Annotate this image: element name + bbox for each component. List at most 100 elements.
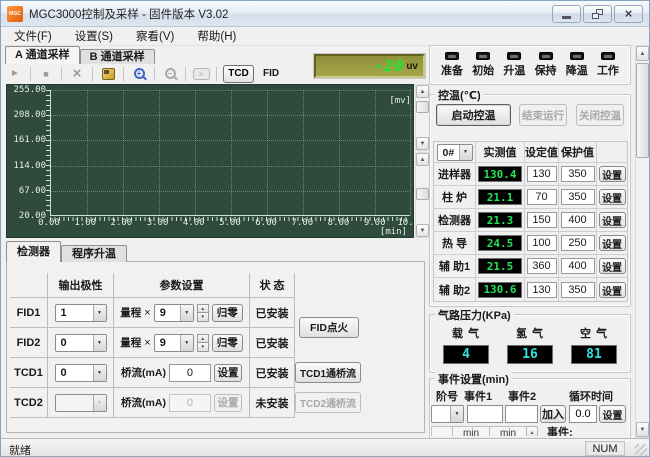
stage-dropdown[interactable]: ▼ [431, 405, 464, 423]
chevron-down-icon: ▼ [93, 305, 106, 321]
protect-temp-field[interactable]: 250 [561, 235, 595, 251]
polarity-dropdown[interactable]: 1▼ [55, 304, 107, 322]
toolbar-separator [123, 67, 124, 81]
scroll-down-icon[interactable]: ▼ [416, 224, 429, 237]
chart-scrollbar-upper[interactable]: ▲ ▼ [415, 84, 430, 151]
spin-up-icon[interactable]: ▲ [197, 304, 209, 313]
tab-channel-a[interactable]: A 通道采样 [5, 46, 80, 64]
scrollbar-thumb[interactable] [636, 63, 649, 158]
x-axis-unit: [min] [380, 227, 407, 237]
tcd1-bridge-button[interactable]: TCD1通桥流 [295, 362, 361, 383]
range-dropdown[interactable]: 9▼ [154, 304, 194, 322]
title-bar[interactable]: MGC MGC3000控制及采样 - 固件版本 V3.02 × [1, 1, 649, 27]
chart-scrollbar-lower[interactable]: ▲ ▼ [415, 152, 430, 238]
set-temp-field[interactable]: 70 [527, 189, 557, 205]
protect-temp-field[interactable]: 350 [561, 282, 595, 298]
range-stepper[interactable]: ▲▼ [197, 304, 209, 322]
tab-detector[interactable]: 检测器 [6, 241, 61, 262]
protect-temp-field[interactable]: 350 [561, 189, 595, 205]
set-temp-field[interactable]: 360 [527, 258, 557, 274]
scroll-up-icon[interactable]: ▲ [636, 46, 649, 61]
menu-item[interactable]: 帮助(H) [188, 26, 245, 46]
spin-down-icon[interactable]: ▼ [197, 312, 209, 322]
x-tick-label: 3.00 [143, 218, 173, 228]
menu-item[interactable]: 设置(S) [66, 26, 122, 46]
set-temp-button[interactable]: 设置 [599, 212, 626, 228]
set-temp-field[interactable]: 100 [527, 235, 557, 251]
temperature-row: 辅 助2 130.6 130 350 设置 [434, 278, 627, 301]
range-dropdown[interactable]: 9▼ [154, 334, 194, 352]
zone-selector-dropdown[interactable]: 0#▼ [437, 144, 473, 161]
polarity-dropdown[interactable]: 0▼ [55, 364, 107, 382]
set-temp-field[interactable]: 130 [527, 166, 557, 182]
scroll-down-icon[interactable]: ▼ [636, 422, 649, 437]
polarity-dropdown[interactable]: 0▼ [55, 334, 107, 352]
spin-down-icon[interactable]: ▼ [197, 342, 209, 352]
event2-input[interactable] [505, 405, 538, 423]
protect-temp-field[interactable]: 400 [561, 212, 595, 228]
fid-ignite-button[interactable]: FID点火 [299, 317, 359, 338]
set-temp-button[interactable]: 设置 [599, 235, 626, 251]
add-event-button[interactable]: 加入 [540, 405, 566, 423]
end-run-button: 结束运行 [519, 104, 567, 126]
bridge-current-field[interactable]: 0 [169, 364, 211, 382]
cycle-time-label: 循环时间 [569, 388, 613, 404]
tcd-toggle-button[interactable]: TCD [223, 65, 254, 83]
spin-up-icon[interactable]: ▲ [197, 334, 209, 343]
set-temp-field[interactable]: 150 [527, 212, 557, 228]
scrollbar-thumb[interactable] [416, 101, 429, 113]
zoom-in-button[interactable]: + [127, 65, 151, 82]
protect-temp-field[interactable]: 400 [561, 258, 595, 274]
scroll-down-icon[interactable]: ▼ [416, 137, 429, 150]
start-temp-button[interactable]: 启动控温 [436, 104, 511, 126]
event1-label: 事件1 [464, 388, 492, 404]
scroll-up-icon[interactable]: ▲ [416, 153, 429, 166]
zero-button[interactable]: 归零 [212, 304, 243, 322]
sample-button[interactable] [96, 65, 120, 82]
led-indicator-icon [601, 52, 615, 60]
menu-item[interactable]: 文件(F) [5, 26, 61, 46]
gas-name: 氢 气 [516, 325, 544, 341]
led-indicator-icon [507, 52, 521, 60]
full-scale-button[interactable]: × [189, 65, 213, 82]
set-temp-button[interactable]: 设置 [599, 258, 626, 274]
close-button[interactable]: × [614, 5, 643, 23]
set-temp-button[interactable]: 设置 [599, 189, 626, 205]
zoom-out-button[interactable]: − [158, 65, 182, 82]
minimize-button[interactable] [552, 5, 581, 23]
temperature-header-row: 0#▼ 实测值 设定值 保护值 [434, 142, 627, 163]
range-stepper[interactable]: ▲▼ [197, 334, 209, 352]
chevron-down-icon: ▼ [459, 145, 472, 160]
y-tick-label: 114.00 [7, 161, 46, 171]
delete-button[interactable]: × [65, 65, 89, 82]
fid-toggle-button[interactable]: FID [263, 68, 279, 79]
cycle-time-input[interactable] [569, 405, 597, 423]
start-acquisition-button[interactable]: ► [3, 65, 27, 82]
scroll-up-icon[interactable]: ▲ [416, 85, 429, 98]
tab-channel-b[interactable]: B 通道采样 [80, 49, 155, 64]
tab-program-temp[interactable]: 程序升温 [61, 245, 127, 262]
status-led-group: 准备 初始 升温 保持 降温 工作 [429, 45, 631, 85]
stop-icon: ■ [43, 69, 48, 79]
status-text: 未安装 [250, 388, 295, 418]
set-temp-button[interactable]: 设置 [599, 166, 626, 182]
event1-input[interactable] [467, 405, 503, 423]
set-temp-field[interactable]: 130 [527, 282, 557, 298]
right-panel-scrollbar[interactable]: ▲ ▼ [635, 45, 650, 438]
set-bridge-button[interactable]: 设置 [214, 364, 242, 382]
stop-acquisition-button[interactable]: ■ [34, 65, 58, 82]
temperature-group-title: 控温(℃) [435, 87, 484, 103]
window-controls: × [552, 5, 643, 23]
restore-button[interactable] [583, 5, 612, 23]
set-temp-button[interactable]: 设置 [599, 282, 626, 298]
play-icon: ► [10, 68, 20, 79]
zero-button[interactable]: 归零 [212, 334, 243, 352]
spin-up-icon[interactable]: ▲ [526, 426, 538, 436]
protect-temp-field[interactable]: 350 [561, 166, 595, 182]
menu-item[interactable]: 察看(V) [127, 26, 183, 46]
zone-name: 柱 炉 [434, 186, 476, 208]
scrollbar-thumb[interactable] [416, 188, 429, 200]
set-cycle-button[interactable]: 设置 [599, 405, 626, 423]
close-temp-button: 关闭控温 [576, 104, 624, 126]
resize-grip[interactable] [635, 444, 647, 456]
